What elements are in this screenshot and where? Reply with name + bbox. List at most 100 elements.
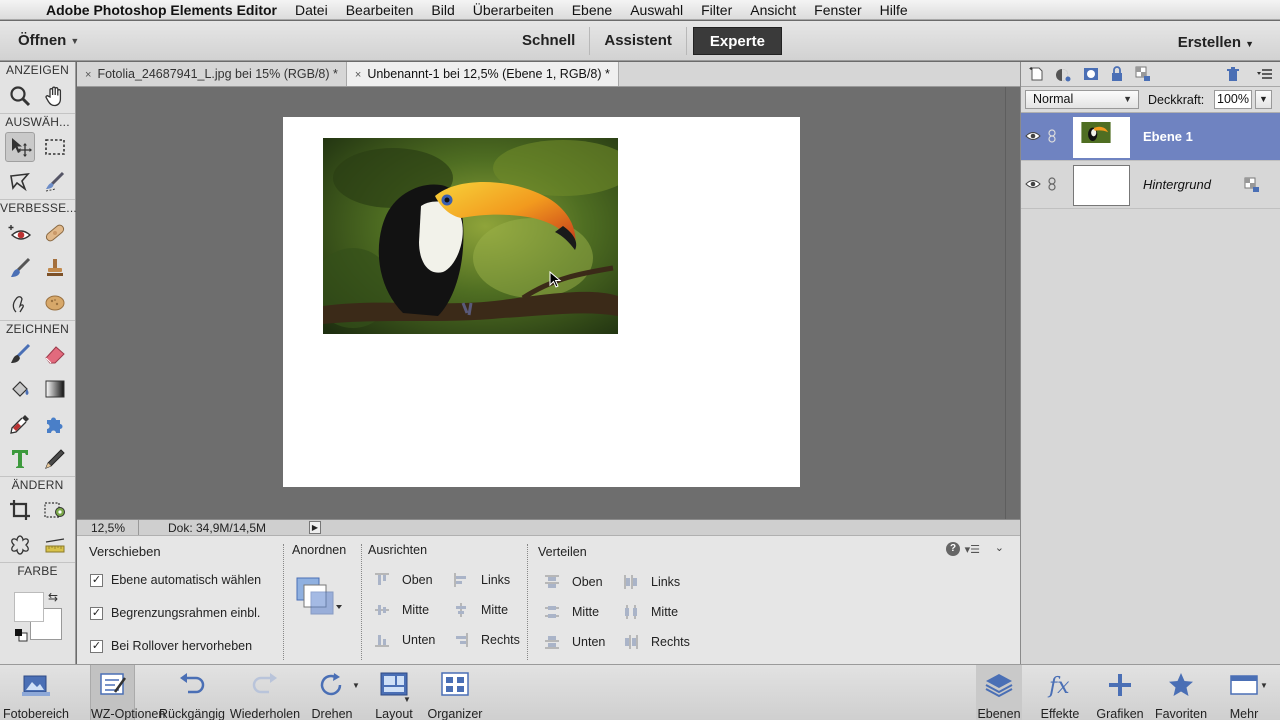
text-tool[interactable] <box>5 444 35 474</box>
redo-button[interactable]: Wiederholen <box>229 665 301 720</box>
rotate-button[interactable]: Drehen ▼ <box>308 665 360 720</box>
lock-all-icon[interactable] <box>1109 66 1125 82</box>
red-eye-tool[interactable] <box>5 218 35 248</box>
layer-locked-icon[interactable] <box>1244 177 1260 193</box>
favorites-button[interactable]: Favoriten <box>1152 665 1210 720</box>
app-name-menu[interactable]: Adobe Photoshop Elements Editor <box>46 2 277 18</box>
graphics-button[interactable]: Grafiken <box>1094 665 1146 720</box>
create-button[interactable]: Erstellen ▼ <box>1178 34 1254 51</box>
align-top-button[interactable]: Oben <box>374 572 433 588</box>
align-bottom-button[interactable]: Unten <box>374 632 435 648</box>
menu-auswahl[interactable]: Auswahl <box>630 2 683 18</box>
align-right-button[interactable]: Rechts <box>453 632 520 648</box>
link-icon[interactable] <box>1047 129 1057 143</box>
document-tab-active[interactable]: × Unbenannt-1 bei 12,5% (Ebene 1, RGB/8) … <box>346 62 619 86</box>
close-icon[interactable]: × <box>355 69 361 81</box>
auto-select-layer-checkbox[interactable]: ✓ Ebene automatisch wählen <box>90 573 261 587</box>
status-menu-arrow-icon[interactable]: ▶ <box>309 521 321 534</box>
distribute-center-button[interactable]: Mitte <box>623 604 678 620</box>
menu-fenster[interactable]: Fenster <box>814 2 861 18</box>
pencil-tool[interactable] <box>40 444 70 474</box>
clone-stamp-tool[interactable] <box>40 253 70 283</box>
blend-mode-select[interactable]: Normal ▼ <box>1025 90 1139 109</box>
cookie-cutter-tool[interactable] <box>5 530 35 560</box>
menu-ebene[interactable]: Ebene <box>572 2 612 18</box>
crop-tool[interactable] <box>5 495 35 525</box>
vertical-scrollbar[interactable] <box>1005 87 1020 519</box>
custom-shape-tool[interactable] <box>40 409 70 439</box>
mode-expert-button[interactable]: Experte <box>692 27 782 55</box>
align-left-button[interactable]: Links <box>453 572 510 588</box>
distribute-bottom-button[interactable]: Unten <box>544 634 605 650</box>
undo-button[interactable]: Rückgängig <box>157 665 227 720</box>
document-tab[interactable]: × Fotolia_24687941_L.jpg bei 15% (RGB/8) … <box>77 62 347 86</box>
tool-options-button[interactable]: WZ-Optionen <box>90 665 165 720</box>
document-canvas[interactable] <box>283 117 800 487</box>
menu-hilfe[interactable]: Hilfe <box>880 2 908 18</box>
spot-healing-tool[interactable] <box>40 218 70 248</box>
straighten-tool[interactable] <box>40 530 70 560</box>
arrange-stack-icon[interactable] <box>295 576 345 616</box>
checkbox-checked-icon[interactable]: ✓ <box>90 606 103 620</box>
foreground-color-swatch[interactable] <box>14 592 44 622</box>
trash-icon[interactable] <box>1225 66 1241 82</box>
quick-selection-tool[interactable] <box>40 167 70 197</box>
layer-name[interactable]: Hintergrund <box>1143 177 1211 192</box>
move-tool[interactable] <box>4 131 35 162</box>
hand-tool[interactable] <box>40 81 70 111</box>
mode-quick-button[interactable]: Schnell <box>508 27 591 55</box>
lock-transparency-icon[interactable] <box>1135 66 1151 82</box>
opacity-dropdown-button[interactable]: ▼ <box>1255 90 1272 109</box>
blur-tool[interactable] <box>5 288 35 318</box>
menu-bearbeiten[interactable]: Bearbeiten <box>346 2 414 18</box>
menu-filter[interactable]: Filter <box>701 2 732 18</box>
menu-ueberarbeiten[interactable]: Überarbeiten <box>473 2 554 18</box>
link-icon[interactable] <box>1047 177 1057 191</box>
panel-menu-icon[interactable] <box>1257 66 1273 82</box>
layer-name[interactable]: Ebene 1 <box>1143 129 1193 144</box>
checkbox-checked-icon[interactable]: ✓ <box>90 573 103 587</box>
effects-button[interactable]: fx Effekte <box>1036 665 1084 720</box>
photo-bin-button[interactable]: Fotobereich <box>0 665 72 720</box>
default-colors-icon[interactable] <box>14 628 28 642</box>
show-bounding-box-checkbox[interactable]: ✓ Begrenzungsrahmen einbl. <box>90 606 260 620</box>
adjustment-layer-icon[interactable] <box>1055 66 1071 82</box>
opacity-input[interactable]: 100% <box>1214 90 1252 109</box>
mode-guided-button[interactable]: Assistent <box>590 27 687 55</box>
layers-panel-button[interactable]: Ebenen <box>976 665 1022 720</box>
smart-brush-tool[interactable] <box>5 253 35 283</box>
new-layer-icon[interactable] <box>1029 66 1045 82</box>
zoom-tool[interactable] <box>5 81 35 111</box>
distribute-left-button[interactable]: Links <box>623 574 680 590</box>
eye-visibility-icon[interactable] <box>1025 129 1041 143</box>
distribute-right-button[interactable]: Rechts <box>623 634 690 650</box>
paint-bucket-tool[interactable] <box>5 374 35 404</box>
canvas-workspace[interactable] <box>77 87 1005 519</box>
eraser-tool[interactable] <box>40 339 70 369</box>
brush-tool[interactable] <box>5 339 35 369</box>
help-icon[interactable]: ? <box>946 542 960 556</box>
marquee-tool[interactable] <box>40 132 70 162</box>
lasso-tool[interactable] <box>5 167 35 197</box>
layer-mask-icon[interactable] <box>1083 66 1099 82</box>
zoom-level[interactable]: 12,5% <box>91 521 125 535</box>
layer-row-hintergrund[interactable]: Hintergrund <box>1021 161 1280 209</box>
distribute-top-button[interactable]: Oben <box>544 574 603 590</box>
align-middle-button[interactable]: Mitte <box>374 602 429 618</box>
panel-menu-icon[interactable]: ▾☰ <box>965 543 980 556</box>
gradient-tool[interactable] <box>40 374 70 404</box>
menu-datei[interactable]: Datei <box>295 2 328 18</box>
chevron-down-icon[interactable]: ⌄ <box>995 541 1004 554</box>
sponge-tool[interactable] <box>40 288 70 318</box>
align-center-button[interactable]: Mitte <box>453 602 508 618</box>
organizer-button[interactable]: Organizer <box>425 665 485 720</box>
close-icon[interactable]: × <box>85 69 91 81</box>
checkbox-checked-icon[interactable]: ✓ <box>90 639 103 653</box>
menu-bild[interactable]: Bild <box>431 2 454 18</box>
open-button[interactable]: Öffnen ▼ <box>18 32 79 49</box>
distribute-middle-button[interactable]: Mitte <box>544 604 599 620</box>
menu-ansicht[interactable]: Ansicht <box>750 2 796 18</box>
layout-button[interactable]: Layout ▼ <box>370 665 418 720</box>
eye-visibility-icon[interactable] <box>1025 177 1041 191</box>
recompose-tool[interactable] <box>40 495 70 525</box>
